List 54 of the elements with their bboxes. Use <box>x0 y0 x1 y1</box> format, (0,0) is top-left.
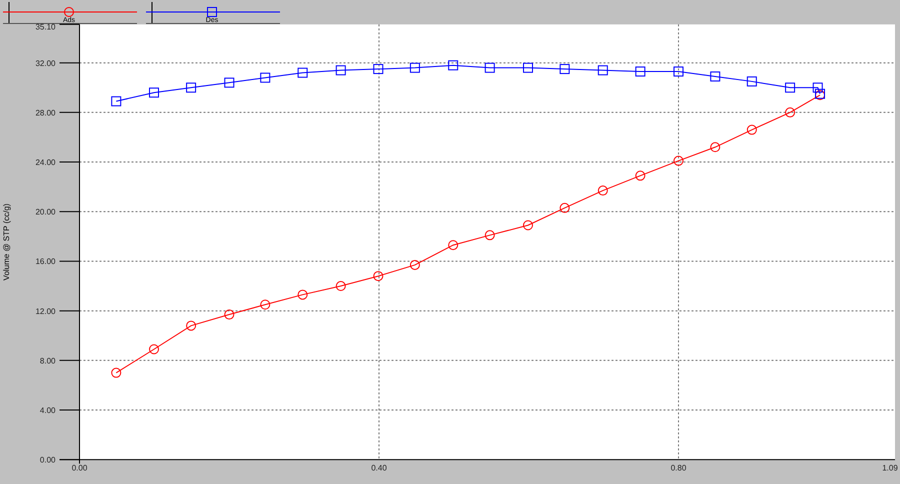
y-tick-label: 16.00 <box>35 257 56 266</box>
y-tick-label: 28.00 <box>35 108 56 118</box>
square-marker <box>448 60 458 70</box>
square-marker <box>298 68 308 78</box>
circle-marker <box>336 281 346 292</box>
circle-marker <box>710 142 720 152</box>
square-marker <box>710 71 720 82</box>
square-marker <box>523 62 533 73</box>
circle-marker <box>523 220 533 230</box>
square-marker <box>635 66 646 77</box>
square-marker <box>336 65 346 76</box>
y-tick-label: 4.00 <box>40 406 56 415</box>
circle-marker <box>298 290 308 300</box>
circle-marker <box>186 320 196 331</box>
y-tick-label: 12.00 <box>35 306 56 316</box>
circle-marker <box>410 260 420 270</box>
circle-marker <box>674 156 684 166</box>
circle-marker <box>111 368 122 378</box>
circle-marker <box>448 240 458 250</box>
y-tick-label: 35.10 <box>35 22 56 32</box>
circle-marker <box>785 107 796 118</box>
x-tick-label: 0.00 <box>72 464 88 473</box>
square-marker <box>812 82 823 93</box>
y-tick-label: 0.00 <box>40 456 56 465</box>
circle-marker <box>149 344 159 354</box>
square-marker <box>373 64 384 74</box>
circle-marker <box>635 170 646 181</box>
square-marker <box>260 72 270 83</box>
square-marker <box>149 88 159 98</box>
square-marker <box>785 82 796 93</box>
square-marker <box>674 66 684 77</box>
square-marker <box>111 96 122 106</box>
circle-marker <box>260 300 270 310</box>
square-marker <box>746 76 757 86</box>
y-axis-title: Volume @ STP (cc/g) <box>2 204 11 280</box>
x-tick-label: 0.80 <box>670 464 686 473</box>
circle-marker <box>746 124 757 135</box>
y-tick-label: 8.00 <box>40 356 56 366</box>
circle-marker <box>598 186 608 196</box>
y-tick-label: 32.00 <box>35 58 56 68</box>
circle-marker <box>373 271 384 282</box>
circle-marker <box>560 202 570 213</box>
circle-marker <box>224 310 234 320</box>
y-tick-label: 24.00 <box>35 158 56 168</box>
x-tick-label: 0.40 <box>371 464 387 473</box>
square-marker <box>598 65 608 76</box>
square-marker <box>186 82 196 93</box>
square-marker <box>410 62 420 73</box>
x-tick-label: 1.09 <box>882 464 898 473</box>
square-marker <box>484 62 495 73</box>
square-marker <box>560 64 570 74</box>
y-tick-label: 20.00 <box>35 208 56 217</box>
circle-marker <box>484 230 495 240</box>
square-marker <box>224 78 234 88</box>
